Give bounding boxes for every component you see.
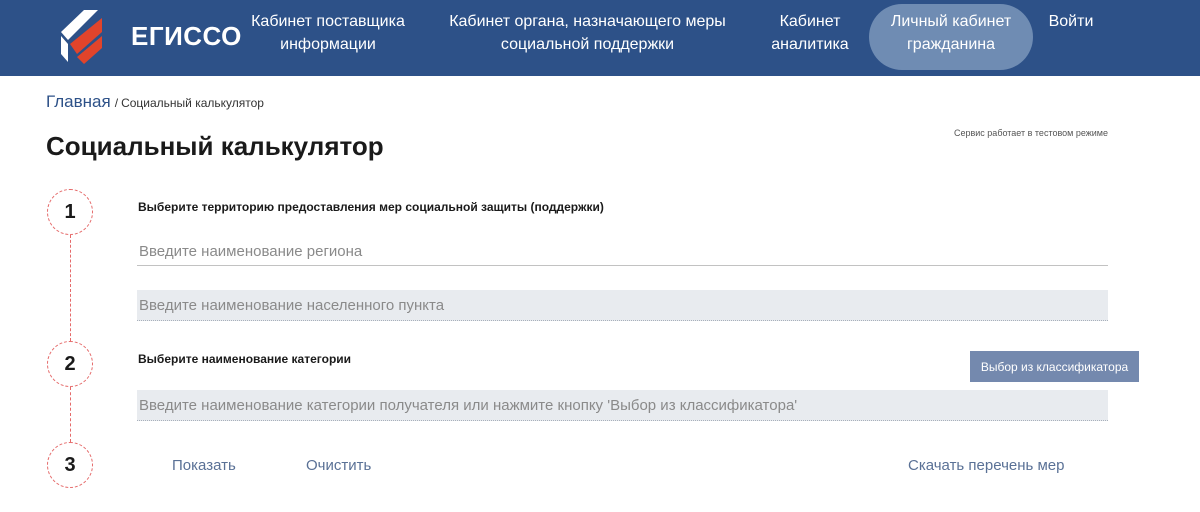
step-number-3: 3 bbox=[47, 442, 93, 488]
step-1-label: Выберите территорию предоставления мер с… bbox=[138, 200, 604, 214]
category-input[interactable] bbox=[137, 390, 1108, 421]
step-connector-line bbox=[70, 235, 71, 341]
nav-citizen-cabinet[interactable]: Личный кабинет гражданина bbox=[869, 4, 1033, 70]
locality-input[interactable] bbox=[137, 290, 1108, 321]
nav-label-line: Кабинет bbox=[779, 13, 841, 30]
nav-login[interactable]: Войти bbox=[1040, 10, 1102, 33]
breadcrumb-separator: / bbox=[114, 96, 119, 110]
site-header: ЕГИССО Кабинет поставщика информации Каб… bbox=[0, 0, 1200, 76]
nav-label-line: Кабинет органа, назначающего меры bbox=[449, 13, 726, 30]
download-measures-button[interactable]: Скачать перечень мер bbox=[908, 456, 1065, 476]
brand-name[interactable]: ЕГИССО bbox=[131, 19, 242, 53]
step-2-label: Выберите наименование категории bbox=[138, 352, 352, 366]
nav-supplier-cabinet[interactable]: Кабинет поставщика информации bbox=[246, 10, 410, 56]
step-number-2: 2 bbox=[47, 341, 93, 387]
nav-label-line: аналитика bbox=[771, 36, 849, 53]
egisso-logo-icon[interactable] bbox=[58, 10, 108, 64]
nav-label-line: Личный кабинет bbox=[890, 13, 1012, 30]
classifier-select-button[interactable]: Выбор из классификатора bbox=[970, 351, 1139, 382]
nav-label-line: социальной поддержки bbox=[500, 36, 675, 53]
region-input[interactable] bbox=[137, 238, 1108, 266]
step-number-1: 1 bbox=[47, 189, 93, 235]
page-title: Социальный калькулятор bbox=[46, 131, 384, 161]
clear-button[interactable]: Очистить bbox=[306, 456, 371, 476]
show-button[interactable]: Показать bbox=[172, 456, 236, 476]
nav-label-line: Войти bbox=[1048, 13, 1094, 30]
nav-label-line: гражданина bbox=[906, 36, 996, 53]
nav-label-line: информации bbox=[280, 36, 376, 53]
breadcrumb-current: Социальный калькулятор bbox=[121, 96, 264, 110]
nav-analyst-cabinet[interactable]: Кабинет аналитика bbox=[760, 10, 860, 56]
nav-agency-cabinet[interactable]: Кабинет органа, назначающего меры социал… bbox=[444, 10, 731, 56]
breadcrumb: Главная / Социальный калькулятор bbox=[46, 92, 264, 113]
step-connector-line bbox=[70, 387, 71, 442]
test-mode-note: Сервис работает в тестовом режиме bbox=[953, 128, 1108, 138]
breadcrumb-home-link[interactable]: Главная bbox=[46, 92, 111, 111]
nav-label-line: Кабинет поставщика bbox=[251, 13, 405, 30]
